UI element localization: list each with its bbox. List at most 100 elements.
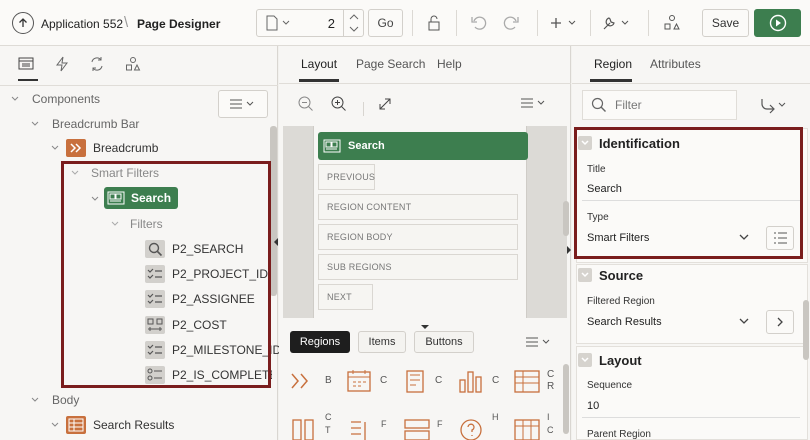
zoom-out-icon[interactable] xyxy=(297,95,315,116)
range-icon xyxy=(145,316,165,334)
smart-filters-region-icon xyxy=(322,137,342,155)
radio-group-icon xyxy=(145,366,165,384)
create-menu-button[interactable] xyxy=(548,9,582,37)
tree-node-body[interactable]: Body xyxy=(52,388,79,412)
source-header[interactable]: Source xyxy=(578,262,806,288)
gallery-tab-items[interactable]: Items xyxy=(358,331,406,353)
tree-scrollbar[interactable] xyxy=(270,126,277,296)
palette-form[interactable]: F xyxy=(403,412,443,440)
canvas-scrollbar[interactable] xyxy=(563,201,569,236)
go-button[interactable]: Go xyxy=(368,9,403,37)
property-scrollbar[interactable] xyxy=(803,300,809,360)
tab-page-search[interactable]: Page Search xyxy=(356,57,425,71)
palette-help-text[interactable]: H xyxy=(457,412,499,440)
gallery-scrollbar[interactable] xyxy=(563,364,569,434)
tree-node-smart-filters[interactable]: Smart Filters xyxy=(91,161,159,185)
chevron-down-icon[interactable] xyxy=(110,219,120,229)
chevron-down-icon[interactable] xyxy=(50,420,60,430)
unlock-icon[interactable] xyxy=(420,9,448,37)
page-number-stepper[interactable] xyxy=(343,10,363,36)
tree-node-search-results[interactable]: Search Results xyxy=(66,413,174,437)
left-pane: Components Breadcrumb Bar Breadcrumb Sma… xyxy=(0,46,281,440)
tab-layout[interactable]: Layout xyxy=(301,57,337,71)
report-icon xyxy=(514,370,540,393)
tree-item-p2-project-id[interactable]: P2_PROJECT_ID xyxy=(145,262,268,286)
type-select[interactable]: Smart Filters xyxy=(582,226,757,250)
palette-content-row[interactable]: C T xyxy=(289,412,332,440)
shared-components-icon[interactable] xyxy=(658,9,686,37)
layout-menu-button[interactable] xyxy=(519,97,549,112)
sequence-field[interactable]: 10 xyxy=(582,394,800,418)
palette-classic-report[interactable]: C R xyxy=(513,368,554,398)
dynamic-actions-tab-icon[interactable] xyxy=(54,56,74,76)
tree-menu-button[interactable] xyxy=(218,90,268,118)
palette-faceted-search[interactable]: F xyxy=(347,412,387,440)
tab-attributes[interactable]: Attributes xyxy=(650,57,701,71)
save-button[interactable]: Save xyxy=(702,9,749,37)
app-home-icon[interactable] xyxy=(12,12,34,34)
cards-icon xyxy=(406,370,424,393)
filtered-region-select[interactable]: Search Results xyxy=(582,310,757,334)
palette-calendar[interactable]: C xyxy=(345,368,387,398)
search-region-block[interactable]: Search xyxy=(318,132,528,160)
tree-item-p2-search[interactable]: P2_SEARCH xyxy=(145,237,243,261)
page-icon xyxy=(266,15,278,31)
tree-node-components[interactable]: Components xyxy=(32,87,100,111)
type-list-button[interactable] xyxy=(766,226,794,250)
utilities-wrench-icon[interactable] xyxy=(600,9,634,37)
layout-header[interactable]: Layout xyxy=(578,347,806,373)
expand-icon[interactable] xyxy=(377,96,393,115)
slot-sub-regions[interactable]: SUB REGIONS xyxy=(318,254,518,280)
app-title-link[interactable]: Application 552 xyxy=(41,17,123,31)
tree-item-p2-assignee[interactable]: P2_ASSIGNEE xyxy=(145,287,255,311)
filter-input[interactable]: Filter xyxy=(582,90,737,120)
gallery-tab-buttons[interactable]: Buttons xyxy=(414,331,474,353)
processing-tab-icon[interactable] xyxy=(89,56,109,76)
tab-help[interactable]: Help xyxy=(437,57,462,71)
breadcrumb-separator: \ xyxy=(124,14,129,31)
undo-icon[interactable] xyxy=(465,9,493,37)
tree-node-search-selected[interactable]: Search xyxy=(104,187,179,209)
chevron-down-icon xyxy=(739,318,749,324)
chevron-down-icon[interactable] xyxy=(30,395,40,405)
smart-filters-region-icon xyxy=(106,189,126,207)
shared-components-tab-icon[interactable] xyxy=(125,56,145,76)
grid-icon xyxy=(514,419,540,440)
tree-item-p2-milestone-id[interactable]: P2_MILESTONE_ID xyxy=(145,338,281,362)
redo-icon[interactable] xyxy=(497,9,525,37)
chevron-down-icon[interactable] xyxy=(50,143,60,153)
chevron-down-icon[interactable] xyxy=(70,168,80,178)
slot-previous[interactable]: PREVIOUS xyxy=(318,164,375,190)
slot-region-content[interactable]: REGION CONTENT xyxy=(318,194,518,220)
chevron-down-icon[interactable] xyxy=(90,194,100,204)
gallery-tab-regions[interactable]: Regions xyxy=(290,331,350,353)
slot-region-body[interactable]: REGION BODY xyxy=(318,224,518,250)
go-to-group-button[interactable] xyxy=(758,95,788,118)
slot-next[interactable]: NEXT xyxy=(318,284,373,310)
sequence-label: Sequence xyxy=(587,380,633,391)
palette-interactive-grid[interactable]: I C xyxy=(513,412,554,440)
go-to-region-button[interactable] xyxy=(766,310,794,334)
tree-node-filters[interactable]: Filters xyxy=(130,212,163,236)
run-page-button[interactable] xyxy=(754,9,801,37)
identification-header[interactable]: Identification xyxy=(578,130,806,156)
rendering-tab-icon[interactable] xyxy=(18,56,38,81)
gallery-menu-button[interactable] xyxy=(524,336,554,351)
chevron-down-icon[interactable] xyxy=(10,94,20,104)
title-field[interactable]: Search xyxy=(582,177,800,201)
palette-cards[interactable]: C xyxy=(403,368,442,398)
page-number-input[interactable]: 2 xyxy=(328,16,335,31)
type-label: Type xyxy=(587,212,609,223)
tab-region[interactable]: Region xyxy=(594,57,632,71)
palette-chart[interactable]: C xyxy=(457,368,499,398)
checklist-icon xyxy=(145,341,165,359)
page-selector[interactable]: 2 xyxy=(256,9,364,37)
tree-item-p2-is-complete[interactable]: P2_IS_COMPLETE_Y xyxy=(145,363,272,387)
tree-item-p2-cost[interactable]: P2_COST xyxy=(145,313,227,337)
tree-node-breadcrumb-bar[interactable]: Breadcrumb Bar xyxy=(52,112,139,136)
zoom-in-icon[interactable] xyxy=(330,95,348,116)
faceted-search-icon xyxy=(351,421,366,440)
palette-breadcrumb[interactable]: B xyxy=(289,368,332,398)
chevron-down-icon[interactable] xyxy=(30,119,40,129)
tree-node-breadcrumb[interactable]: Breadcrumb xyxy=(66,136,158,160)
